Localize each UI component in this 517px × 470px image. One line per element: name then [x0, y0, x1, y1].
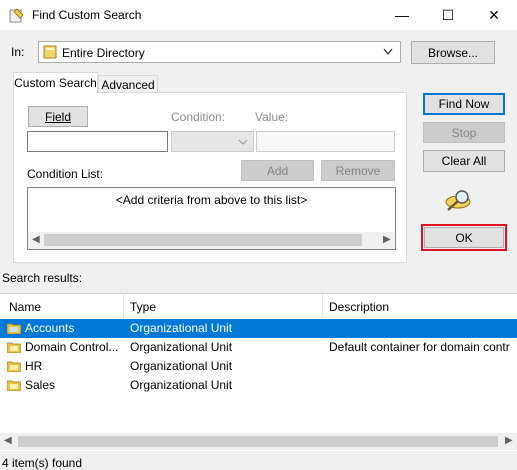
table-row[interactable]: Domain Control... Organizational Unit De… — [0, 338, 517, 357]
find-window-icon — [9, 8, 24, 23]
ou-folder-icon — [7, 361, 21, 372]
scope-dropdown[interactable]: Entire Directory — [38, 41, 401, 63]
tab-advanced[interactable]: Advanced — [98, 75, 158, 93]
ou-folder-icon — [7, 342, 21, 353]
clear-all-button[interactable]: Clear All — [423, 150, 505, 172]
maximize-icon: ☐ — [441, 6, 455, 23]
condition-dropdown[interactable] — [171, 131, 254, 152]
row-type: Organizational Unit — [130, 321, 233, 335]
condition-label: Condition: — [171, 110, 226, 124]
row-type: Organizational Unit — [130, 340, 233, 354]
value-label: Value: — [255, 110, 289, 124]
stop-button[interactable]: Stop — [423, 122, 505, 143]
condition-list-scrollbar[interactable]: ◀ ▶ — [28, 232, 395, 249]
minimize-button[interactable]: — — [379, 0, 425, 30]
close-icon: ✕ — [488, 6, 500, 23]
column-separator[interactable] — [123, 294, 124, 318]
row-type: Organizational Unit — [130, 378, 233, 392]
in-label: In: — [11, 45, 25, 59]
ok-button[interactable]: OK — [424, 227, 504, 248]
field-button-label: Field — [44, 109, 71, 124]
browse-button[interactable]: Browse... — [411, 41, 495, 64]
condition-list-label: Condition List: — [27, 167, 104, 181]
row-type: Organizational Unit — [130, 359, 233, 373]
remove-button[interactable]: Remove — [321, 160, 395, 181]
minimize-icon: — — [395, 7, 409, 23]
results-scrollbar[interactable]: ◀ ▶ — [0, 433, 517, 450]
chevron-down-icon — [238, 139, 248, 145]
field-button[interactable]: Field — [28, 106, 88, 127]
scroll-right-icon[interactable]: ▶ — [383, 234, 391, 245]
table-row[interactable]: HR Organizational Unit — [0, 357, 517, 376]
add-button[interactable]: Add — [241, 160, 314, 181]
search-results-label: Search results: — [2, 271, 83, 285]
find-now-button[interactable]: Find Now — [423, 93, 505, 115]
value-input[interactable] — [256, 131, 395, 152]
window-title: Find Custom Search — [32, 8, 142, 22]
scroll-thumb[interactable] — [18, 436, 498, 447]
condition-list[interactable]: <Add criteria from above to this list> ◀… — [27, 187, 396, 250]
column-description-header[interactable]: Description — [329, 300, 389, 314]
condition-list-placeholder: <Add criteria from above to this list> — [115, 193, 308, 207]
close-button[interactable]: ✕ — [471, 0, 517, 30]
scroll-thumb[interactable] — [44, 234, 362, 246]
maximize-button[interactable]: ☐ — [425, 0, 471, 30]
scroll-right-icon[interactable]: ▶ — [505, 435, 513, 446]
column-separator[interactable] — [322, 294, 323, 318]
tab-custom-search[interactable]: Custom Search — [13, 72, 98, 93]
table-row[interactable]: Sales Organizational Unit — [0, 376, 517, 395]
column-type-header[interactable]: Type — [130, 300, 156, 314]
row-name: Domain Control... — [25, 340, 119, 354]
scroll-left-icon[interactable]: ◀ — [32, 234, 40, 245]
scroll-left-icon[interactable]: ◀ — [4, 435, 12, 446]
row-description: Default container for domain contr — [329, 340, 510, 354]
row-name: Accounts — [25, 321, 75, 335]
column-name-header[interactable]: Name — [9, 300, 41, 314]
ou-folder-icon — [7, 323, 21, 334]
chevron-down-icon — [383, 48, 393, 56]
magnifier-icon — [445, 190, 471, 211]
directory-icon — [43, 45, 57, 59]
scope-value: Entire Directory — [62, 46, 145, 60]
ou-folder-icon — [7, 380, 21, 391]
row-name: HR — [25, 359, 43, 373]
title-bar: Find Custom Search — ☐ ✕ — [0, 0, 517, 30]
field-input[interactable] — [27, 131, 168, 152]
row-name: Sales — [25, 378, 56, 392]
table-row[interactable]: Accounts Organizational Unit — [0, 319, 517, 338]
